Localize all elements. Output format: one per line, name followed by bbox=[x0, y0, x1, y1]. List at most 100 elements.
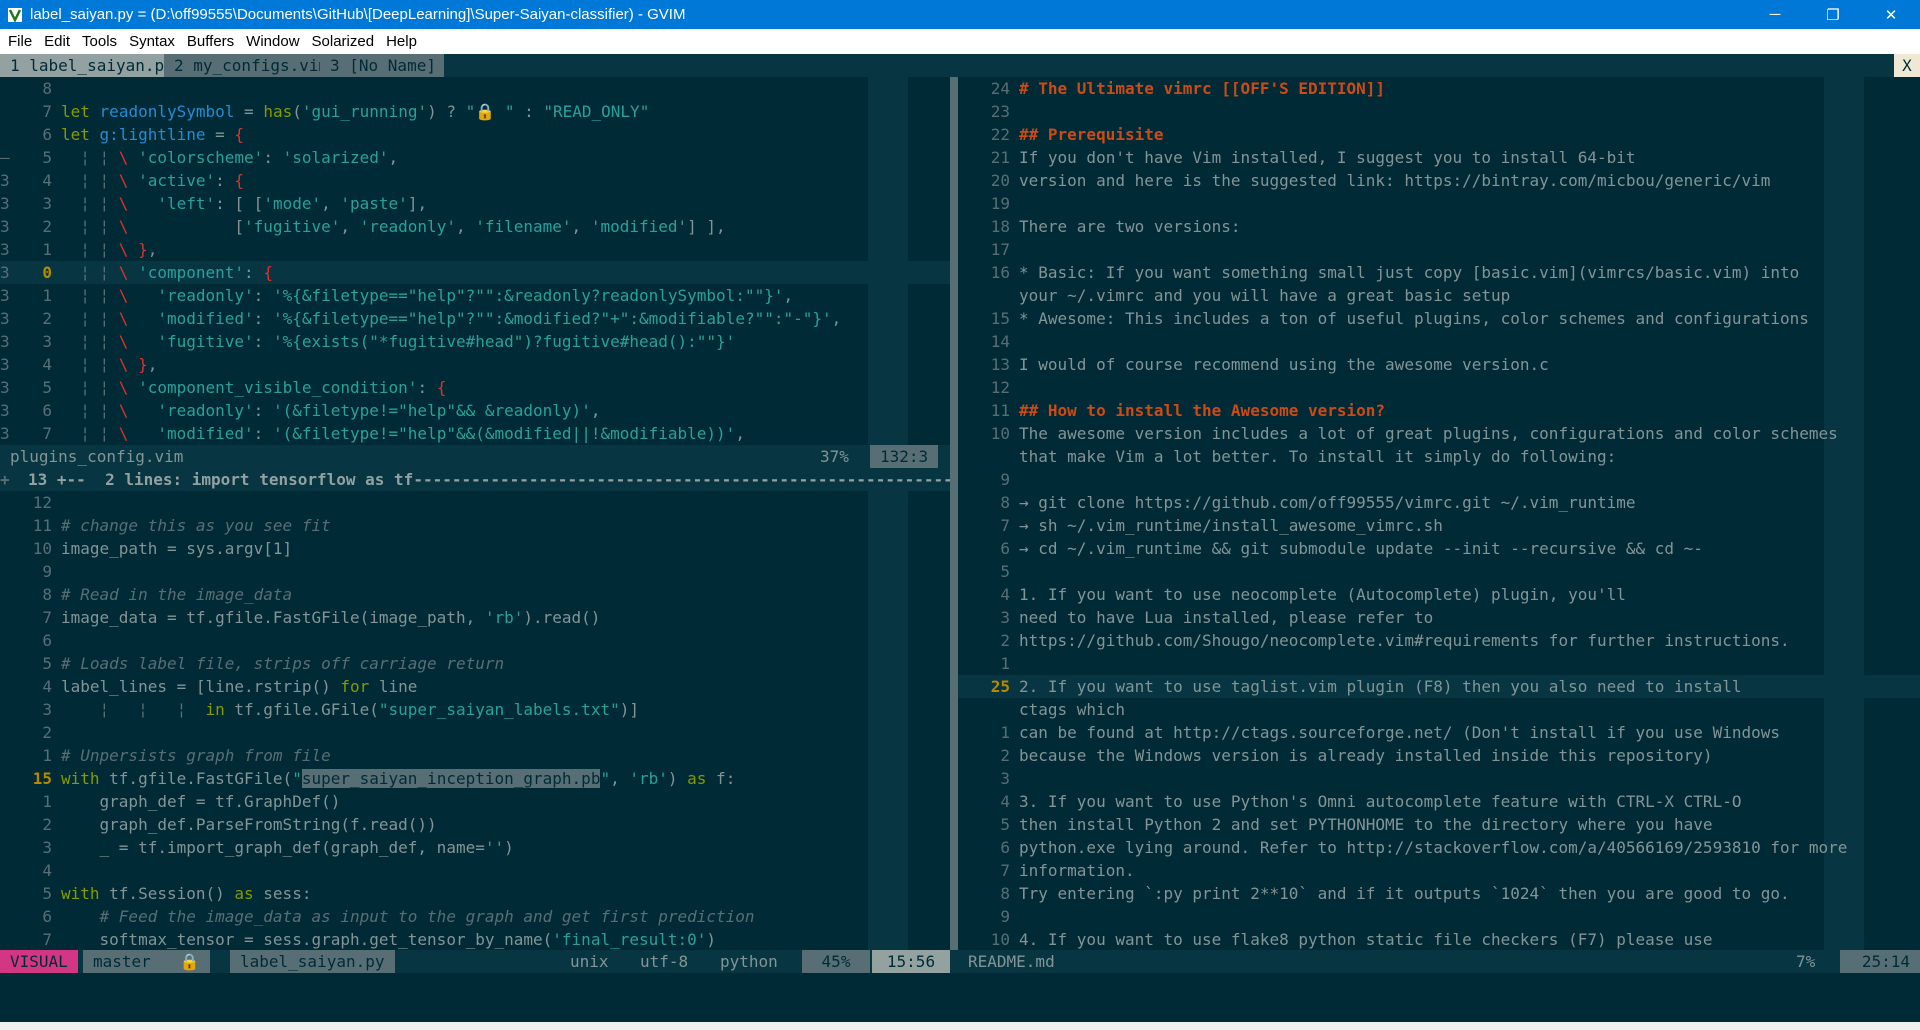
readme-line: 22 ## Prerequisite bbox=[990, 125, 1164, 144]
readme-line: 8 Try entering `:py print 2**10` and if i… bbox=[1000, 884, 1790, 903]
status-fileformat: unix bbox=[570, 952, 609, 971]
code-line: 5 # Loads label file, strips off carriage… bbox=[42, 654, 505, 673]
editor-pane-readme[interactable]: 24 # The Ultimate vimrc [[OFF'S EDITION]]… bbox=[958, 77, 1920, 950]
code-line: 8 bbox=[42, 79, 52, 98]
code-line: 11 # change this as you see fit bbox=[32, 516, 331, 535]
minimize-button[interactable]: ─ bbox=[1746, 0, 1804, 29]
code-line: 6 bbox=[42, 631, 52, 650]
readme-line: 4 1. If you want to use neocomplete (Auto… bbox=[1000, 585, 1626, 604]
code-line: –5 ¦ ¦ \ 'colorscheme': 'solarized', bbox=[0, 148, 399, 167]
restore-button[interactable]: ❐ bbox=[1804, 0, 1862, 29]
code-line: 35 ¦ ¦ \ 'component_visible_condition': … bbox=[0, 378, 447, 397]
menu-file[interactable]: File bbox=[2, 33, 38, 50]
readme-line: 14 bbox=[990, 332, 1010, 351]
code-line: 3 ¦ ¦ ¦ in tf.gfile.GFile("super_saiyan_… bbox=[42, 700, 639, 719]
menu-window[interactable]: Window bbox=[240, 33, 305, 50]
menu-solarized[interactable]: Solarized bbox=[306, 33, 381, 50]
gvim-app-icon bbox=[6, 6, 24, 24]
close-button[interactable]: ✕ bbox=[1862, 0, 1920, 29]
code-line: 34 ¦ ¦ \ }, bbox=[0, 355, 158, 374]
code-line: 31 ¦ ¦ \ 'readonly': '%{&filetype=="help… bbox=[0, 286, 794, 305]
readme-line: 4 3. If you want to use Python's Omni aut… bbox=[1000, 792, 1742, 811]
readme-line: 7 information. bbox=[1000, 861, 1135, 880]
code-line: 31 ¦ ¦ \ }, bbox=[0, 240, 158, 259]
status-filename: label_saiyan.py bbox=[230, 950, 395, 973]
menu-edit[interactable]: Edit bbox=[38, 33, 76, 50]
readme-line: 13 I would of course recommend using the … bbox=[990, 355, 1549, 374]
readme-line: 24 # The Ultimate vimrc [[OFF'S EDITION]] bbox=[990, 79, 1386, 98]
tab-no-name[interactable]: 3 [No Name] bbox=[320, 54, 444, 77]
readme-line: 3 bbox=[1000, 769, 1010, 788]
code-line: 37 ¦ ¦ \ 'modified': '(&filetype!="help"… bbox=[0, 424, 745, 443]
readme-line: 8 → git clone https://github.com/off99555… bbox=[1000, 493, 1636, 512]
status-position: 15:56 bbox=[872, 950, 950, 973]
vertical-split[interactable] bbox=[950, 77, 958, 973]
menu-syntax[interactable]: Syntax bbox=[123, 33, 181, 50]
status-readme-position: 25:14 bbox=[1840, 950, 1920, 973]
status-readme-percent: 7% bbox=[1796, 952, 1816, 971]
code-line: 32 ¦ ¦ \ ['fugitive', 'readonly', 'filen… bbox=[0, 217, 726, 236]
window-title: label_saiyan.py = (D:\off99555\Documents… bbox=[30, 6, 686, 23]
code-line: 4 label_lines = [line.rstrip() for line bbox=[42, 677, 418, 696]
code-line: 7 softmax_tensor = sess.graph.get_tensor… bbox=[42, 930, 717, 949]
status-percent: 37% bbox=[820, 447, 849, 466]
readme-line: 7 → sh ~/.vim_runtime/install_awesome_vim… bbox=[1000, 516, 1443, 535]
readme-line: 1 can be found at http://ctags.sourceforg… bbox=[1000, 723, 1780, 742]
readme-line: 15 * Awesome: This includes a ton of usef… bbox=[990, 309, 1809, 328]
readme-line: that make Vim a lot better. To install i… bbox=[1019, 447, 1617, 466]
editor-pane-label-saiyan[interactable]: +13 +-- 2 lines: import tensorflow as tf… bbox=[0, 468, 950, 950]
statusline-plugins-config: plugins_config.vim 37% 132:3 bbox=[0, 445, 950, 468]
code-line: 9 bbox=[42, 562, 52, 581]
readme-line: 2 https://github.com/Shougo/neocomplete.v… bbox=[1000, 631, 1790, 650]
code-line: 12 bbox=[32, 493, 52, 512]
code-line: 6 # Feed the image_data as input to the … bbox=[42, 907, 755, 926]
readme-line: 21 If you don't have Vim installed, I sug… bbox=[990, 148, 1636, 167]
menu-buffers[interactable]: Buffers bbox=[181, 33, 240, 50]
readme-line: 12 bbox=[990, 378, 1010, 397]
readme-line: 5 then install Python 2 and set PYTHONHOM… bbox=[1000, 815, 1713, 834]
window-titlebar: label_saiyan.py = (D:\off99555\Documents… bbox=[0, 0, 1920, 29]
readme-line: 9 bbox=[1000, 470, 1010, 489]
code-line: 2 graph_def.ParseFromString(f.read()) bbox=[42, 815, 437, 834]
code-line: 2 bbox=[42, 723, 52, 742]
status-percent: 45% bbox=[802, 950, 870, 973]
readme-line: 11 ## How to install the Awesome version? bbox=[990, 401, 1386, 420]
readme-line: 10 The awesome version includes a lot of … bbox=[990, 424, 1838, 443]
tab-label-saiyan[interactable]: 1 label_saiyan.py bbox=[0, 54, 182, 77]
code-line-current: 15 with tf.gfile.FastGFile("super_saiyan_… bbox=[32, 769, 736, 788]
window-bottom-edge bbox=[0, 1022, 1920, 1030]
command-line[interactable]: -- VISUAL -- 31 bbox=[0, 996, 1920, 1030]
vim-tabline: 1 label_saiyan.py 2 my_configs.vim 3 [No… bbox=[0, 54, 1920, 77]
readme-line: 2 because the Windows version is already … bbox=[1000, 746, 1713, 765]
readonly-lock-icon: 🔒 bbox=[179, 952, 200, 971]
code-line: 34 ¦ ¦ \ 'active': { bbox=[0, 171, 245, 190]
readme-line: 19 bbox=[990, 194, 1010, 213]
tab-my-configs[interactable]: 2 my_configs.vim bbox=[164, 54, 337, 77]
readme-line: 18 There are two versions: bbox=[990, 217, 1241, 236]
code-line: 1 graph_def = tf.GraphDef() bbox=[42, 792, 341, 811]
status-encoding: utf-8 bbox=[640, 952, 689, 971]
code-line: 8 # Read in the image_data bbox=[42, 585, 293, 604]
code-line: 1 # Unpersists graph from file bbox=[42, 746, 331, 765]
menu-bar: File Edit Tools Syntax Buffers Window So… bbox=[0, 29, 1920, 54]
git-branch-label: master bbox=[93, 952, 151, 971]
code-line: 4 bbox=[42, 861, 52, 880]
fold-line-text: 13 +-- 2 lines: import tensorflow as tf-… bbox=[28, 470, 950, 489]
status-readme-filename: README.md bbox=[968, 952, 1055, 971]
code-line: 7 image_data = tf.gfile.FastGFile(image_p… bbox=[42, 608, 601, 627]
fold-line[interactable]: 13 +-- 2 lines: import tensorflow as tf-… bbox=[28, 468, 950, 491]
code-line: 7 let readonlySymbol = has('gui_running')… bbox=[42, 102, 650, 121]
code-line-current: 30 ¦ ¦ \ 'component': { bbox=[0, 261, 950, 284]
readme-line: 6 python.exe lying around. Refer to http:… bbox=[1000, 838, 1848, 857]
code-line: 33 ¦ ¦ \ 'fugitive': '%{exists("*fugitiv… bbox=[0, 332, 736, 351]
readme-line: your ~/.vimrc and you will have a great … bbox=[1019, 286, 1511, 305]
readme-line: 6 → cd ~/.vim_runtime && git submodule up… bbox=[1000, 539, 1703, 558]
menu-help[interactable]: Help bbox=[380, 33, 423, 50]
tab-close-button[interactable]: X bbox=[1894, 54, 1920, 77]
editor-pane-plugins-config[interactable]: 8 7 let readonlySymbol = has('gui_running… bbox=[0, 77, 950, 445]
menu-tools[interactable]: Tools bbox=[76, 33, 123, 50]
readme-line: 16 * Basic: If you want something small j… bbox=[990, 263, 1800, 282]
readme-line: ctags which bbox=[1019, 700, 1125, 719]
readme-line: 20 version and here is the suggested link… bbox=[990, 171, 1771, 190]
code-line: 5 with tf.Session() as sess: bbox=[42, 884, 312, 903]
